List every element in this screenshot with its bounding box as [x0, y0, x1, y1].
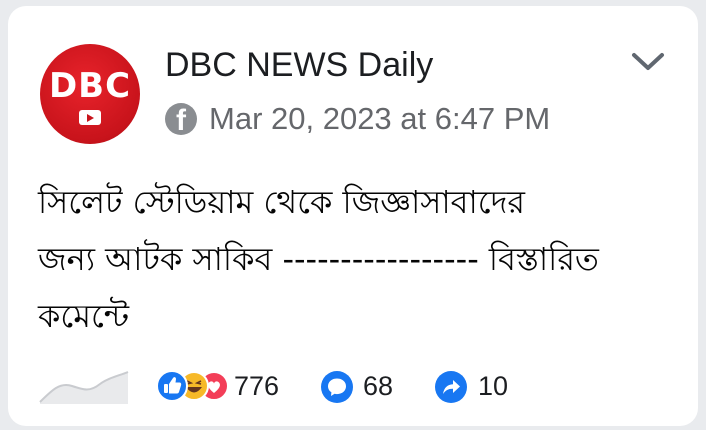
page-avatar[interactable]: DBC: [40, 44, 140, 144]
reaction-icons[interactable]: [154, 370, 234, 402]
post-body-line: সিলেট স্টেডিয়াম থেকে জিজ্ঞাসাবাদের: [38, 183, 526, 221]
post-body-line: জন্য আটক সাকিব ----------------- বিস্তার…: [38, 240, 599, 278]
post-body: সিলেট স্টেডিয়াম থেকে জিজ্ঞাসাবাদের জন্য…: [38, 174, 678, 345]
play-icon: [79, 110, 101, 125]
post-meta: f Mar 20, 2023 at 6:47 PM: [165, 101, 550, 137]
comments-count[interactable]: 68: [363, 371, 393, 402]
engagement-bar: 776 68 10: [38, 368, 638, 404]
post-card: DBC DBC NEWS Daily f Mar 20, 2023 at 6:4…: [8, 6, 698, 426]
chevron-down-icon[interactable]: [628, 46, 668, 76]
comment-icon[interactable]: [320, 370, 354, 404]
reactions-count[interactable]: 776: [234, 371, 279, 402]
sparkline-icon[interactable]: [38, 368, 130, 404]
avatar-logo-text: DBC: [48, 66, 132, 106]
post-timestamp[interactable]: Mar 20, 2023 at 6:47 PM: [209, 101, 550, 137]
page-name[interactable]: DBC NEWS Daily: [165, 46, 433, 85]
share-icon[interactable]: [434, 370, 468, 404]
shares-count[interactable]: 10: [478, 371, 508, 402]
facebook-icon: f: [165, 103, 197, 137]
like-icon: [156, 370, 188, 402]
post-body-line: কমেন্টে: [38, 297, 130, 335]
